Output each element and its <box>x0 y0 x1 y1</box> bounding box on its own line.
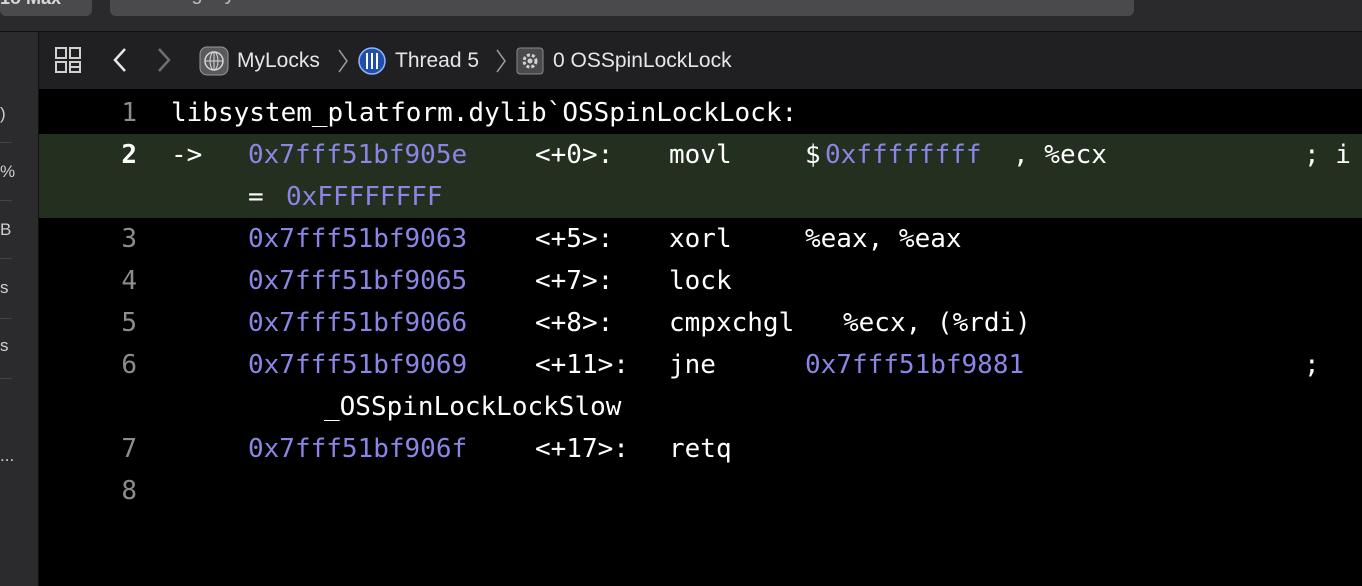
comment-continuation-value: 0xFFFFFFFF <box>286 182 443 212</box>
navigator-fragment: s <box>0 278 9 297</box>
instruction-mnemonic: retq <box>669 434 732 464</box>
breadcrumb-separator-icon <box>496 49 506 73</box>
back-chevron-icon[interactable] <box>111 45 129 75</box>
navigator-pane: ) % B s s ... <box>0 32 39 586</box>
navigator-divider <box>0 318 12 319</box>
navigator-fragment: ) <box>0 104 6 123</box>
scheme-destination-label: i 1o Max <box>0 0 61 8</box>
navigator-fragment: s <box>0 336 9 355</box>
app-target-icon <box>199 46 229 75</box>
comment-continuation-prefix: = <box>248 182 280 212</box>
warning-triangle-icon: ▲ <box>1086 0 1104 4</box>
navigator-divider <box>0 200 12 201</box>
instruction-offset: <+17>: <box>535 434 629 464</box>
jump-bar: MyLocks Thread 5 0 OSSpinLockLock <box>39 32 1362 90</box>
line-number: 7 <box>121 434 137 464</box>
warning-count: 3 <box>1108 0 1118 4</box>
line-number: 6 <box>121 350 137 380</box>
symbol-label: libsystem_platform.dylib`OSSpinLockLock: <box>171 98 798 128</box>
instruction-offset: <+5>: <box>535 224 614 254</box>
line-number: 1 <box>121 98 137 128</box>
forward-chevron-icon[interactable] <box>155 45 173 75</box>
navigator-divider <box>0 378 12 379</box>
breadcrumb-label: 0 OSSpinLockLock <box>553 48 732 72</box>
instruction-comment: ; <box>1304 350 1320 380</box>
breadcrumb-project[interactable]: MyLocks <box>199 32 320 89</box>
line-number: 3 <box>121 224 137 254</box>
instruction-offset: <+0>: <box>535 140 614 170</box>
navigator-divider <box>0 258 12 259</box>
line-number: 4 <box>121 266 137 296</box>
breadcrumb-thread[interactable]: Thread 5 <box>357 32 479 89</box>
breadcrumb-separator-icon <box>338 49 348 73</box>
thread-icon <box>358 46 386 75</box>
instruction-mnemonic: cmpxchgl <box>669 308 795 338</box>
instruction-operands: %eax, %eax <box>805 224 962 254</box>
navigator-fragment: ... <box>0 446 15 465</box>
line-number: 5 <box>121 308 137 338</box>
instruction-address: 0x7fff51bf9069 <box>248 350 468 380</box>
breadcrumb-frame[interactable]: 0 OSSpinLockLock <box>515 32 732 89</box>
navigator-divider <box>0 142 12 143</box>
related-items-grid-icon[interactable] <box>54 46 82 74</box>
instruction-offset: <+11>: <box>535 350 629 380</box>
instruction-mnemonic: lock <box>669 266 732 296</box>
instruction-address: 0x7fff51bf9065 <box>248 266 468 296</box>
scheme-destination-selector[interactable]: i 1o Max <box>0 0 92 16</box>
disassembly-editor[interactable]: 1 2 3 4 5 6 7 8 libsystem_platform.dylib… <box>39 90 1362 586</box>
gear-frame-icon <box>516 47 544 74</box>
instruction-operands: %ecx, (%rdi) <box>843 308 1031 338</box>
instruction-mnemonic: jne <box>669 350 716 380</box>
instruction-pointer-arrow: -> <box>171 140 203 170</box>
instruction-offset: <+7>: <box>535 266 614 296</box>
instruction-address: 0x7fff51bf9063 <box>248 224 468 254</box>
warning-indicator[interactable]: ▲3 <box>1086 0 1118 8</box>
instruction-offset: <+8>: <box>535 308 614 338</box>
operand-register: , %ecx <box>1013 140 1107 170</box>
line-number: 8 <box>121 476 137 506</box>
instruction-mnemonic: movl <box>669 140 732 170</box>
activity-viewer: Running MyLocks on iPhone 11 Pro Max ▲3 <box>110 0 1134 16</box>
branch-target-address[interactable]: 0x7fff51bf9881 <box>805 344 1024 386</box>
activity-status-text: Running MyLocks on iPhone 11 Pro Max <box>128 0 489 8</box>
instruction-mnemonic: xorl <box>669 224 732 254</box>
instruction-address: 0x7fff51bf906f <box>248 434 468 464</box>
instruction-address: 0x7fff51bf9066 <box>248 308 468 338</box>
operand-prefix: $ <box>805 140 821 170</box>
instruction-address: 0x7fff51bf905e <box>248 140 468 170</box>
navigator-fragment: % <box>0 162 16 181</box>
navigator-fragment: B <box>0 220 12 239</box>
line-number-current: 2 <box>121 140 137 170</box>
instruction-comment: ; i <box>1304 140 1351 170</box>
breadcrumb-label: Thread 5 <box>395 48 480 72</box>
window-toolbar: i 1o Max Running MyLocks on iPhone 11 Pr… <box>0 0 1362 32</box>
breadcrumb-label: MyLocks <box>237 48 320 72</box>
branch-target-symbol: _OSSpinLockLockSlow <box>324 392 622 422</box>
operand-immediate: 0xffffffff <box>825 140 982 170</box>
